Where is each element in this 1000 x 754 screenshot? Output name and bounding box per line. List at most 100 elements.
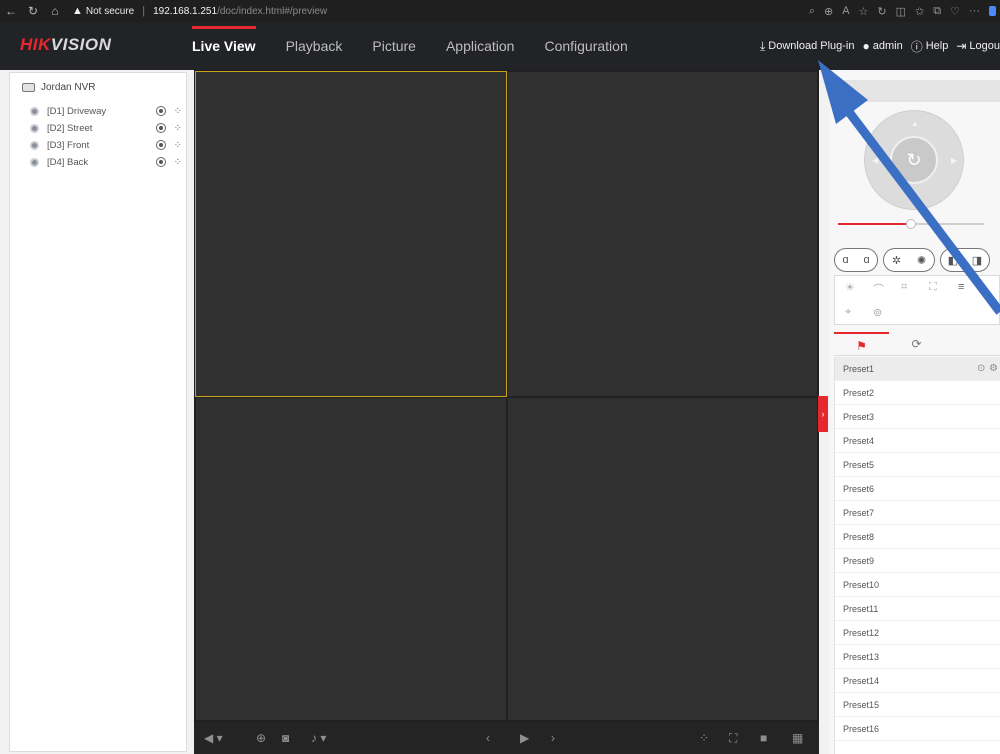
- ptz-direction-pad[interactable]: ▲ ▼ ◀ ▶ ↻: [864, 110, 964, 210]
- ptz-down-icon[interactable]: ▼: [911, 197, 919, 206]
- tab-picture[interactable]: Picture: [372, 22, 416, 70]
- preset-item[interactable]: Preset5: [835, 453, 1000, 477]
- focus-buttons[interactable]: ✲ ✺: [883, 248, 935, 272]
- panel-collapse-toggle[interactable]: ›: [818, 396, 828, 432]
- preset-item[interactable]: Preset4: [835, 429, 1000, 453]
- camera-row-d2[interactable]: [D2] Street ⁘: [30, 120, 182, 136]
- help-link[interactable]: ⓘ Help: [911, 38, 949, 55]
- user-menu[interactable]: ● admin: [862, 39, 902, 53]
- url-path: /doc/index.html#/preview: [217, 5, 328, 17]
- ptz-auto-scan-icon[interactable]: ↻: [890, 136, 938, 184]
- record-icon[interactable]: [155, 140, 166, 150]
- search-icon[interactable]: ⌕: [809, 5, 815, 18]
- fullscreen-icon[interactable]: ⛶: [729, 722, 737, 754]
- stream-type-icon[interactable]: ⁘: [174, 123, 182, 134]
- window-layout-icon[interactable]: ▦: [792, 722, 803, 754]
- record-all-icon[interactable]: ■: [760, 722, 767, 754]
- tab-patrol[interactable]: ⟳: [889, 332, 944, 356]
- play-icon[interactable]: ▶: [520, 722, 529, 754]
- iris-buttons[interactable]: ◧ ◨: [940, 248, 990, 272]
- camera-row-d4[interactable]: [D4] Back ⁘: [30, 154, 182, 170]
- previous-page-icon[interactable]: ‹: [486, 722, 490, 754]
- capture-icon[interactable]: ◙: [282, 722, 289, 754]
- preset-item[interactable]: Preset13: [835, 645, 1000, 669]
- preset-item[interactable]: Preset7: [835, 501, 1000, 525]
- tab-application[interactable]: Application: [446, 22, 515, 70]
- zoom-in-icon[interactable]: ɑ: [863, 254, 869, 266]
- camera-row-d1[interactable]: [D1] Driveway ⁘: [30, 103, 182, 119]
- iris-close-icon[interactable]: ◧: [948, 254, 958, 267]
- one-touch-focus-icon[interactable]: ⌖: [845, 306, 851, 319]
- tab-live-view[interactable]: Live View: [192, 22, 256, 70]
- refresh-icon[interactable]: ↻: [877, 5, 886, 18]
- zoom-buttons[interactable]: ɑɑ: [834, 248, 878, 272]
- hikvision-logo: HIKVISION: [20, 35, 111, 55]
- preset-item[interactable]: Preset12: [835, 621, 1000, 645]
- zoom-out-icon[interactable]: ɑ: [842, 254, 848, 266]
- read-aloud-icon[interactable]: A: [842, 5, 849, 17]
- digital-zoom-icon[interactable]: ⊕: [256, 722, 266, 754]
- favorite-star-icon[interactable]: ☆: [859, 5, 869, 18]
- video-window-4[interactable]: [507, 397, 818, 721]
- tree-root-nvr[interactable]: Jordan NVR: [22, 82, 95, 93]
- focus-far-icon[interactable]: ✺: [917, 254, 926, 267]
- reload-icon[interactable]: ↻: [22, 4, 44, 18]
- video-window-2[interactable]: [507, 71, 818, 397]
- speed-slider-knob[interactable]: [906, 219, 916, 229]
- record-icon[interactable]: [155, 106, 166, 116]
- preset-item[interactable]: Preset16: [835, 717, 1000, 741]
- back-arrow-icon[interactable]: ←: [0, 4, 22, 18]
- lens-init-icon[interactable]: ⊚: [873, 306, 882, 319]
- video-window-1[interactable]: [195, 71, 507, 397]
- microphone-icon[interactable]: ♪ ▾: [311, 722, 326, 754]
- download-plugin-label: Download Plug-in: [768, 40, 855, 52]
- more-menu-icon[interactable]: ···: [969, 5, 980, 17]
- extension-icon[interactable]: ♡: [950, 5, 960, 18]
- copilot-icon[interactable]: [989, 6, 996, 16]
- preset-item[interactable]: Preset15: [835, 693, 1000, 717]
- logout-link[interactable]: ⇥ Logou: [956, 39, 1000, 53]
- zoom-icon[interactable]: ⊕: [824, 5, 833, 18]
- preset-item[interactable]: Preset14: [835, 669, 1000, 693]
- call-preset-icon[interactable]: ⊙: [977, 357, 985, 381]
- 3d-position-icon[interactable]: ⌗: [901, 281, 907, 294]
- tab-configuration[interactable]: Configuration: [544, 22, 627, 70]
- iris-open-icon[interactable]: ◨: [972, 254, 982, 267]
- preset-item[interactable]: Preset10: [835, 573, 1000, 597]
- set-preset-icon[interactable]: ⚙: [989, 357, 998, 381]
- preset-item[interactable]: Preset2: [835, 381, 1000, 405]
- ptz-right-icon[interactable]: ▶: [951, 156, 957, 165]
- video-window-3[interactable]: [195, 397, 507, 721]
- record-icon[interactable]: [155, 123, 166, 133]
- focus-near-icon[interactable]: ✲: [892, 254, 901, 267]
- stream-type-icon[interactable]: ⁘: [174, 157, 182, 168]
- preset-item[interactable]: Preset6: [835, 477, 1000, 501]
- ptz-up-icon[interactable]: ▲: [911, 119, 919, 128]
- volume-icon[interactable]: ◀ ▾: [204, 722, 223, 754]
- stream-settings-icon[interactable]: ⁘: [699, 722, 709, 754]
- next-page-icon[interactable]: ›: [551, 722, 555, 754]
- favorites-icon[interactable]: ✩: [915, 5, 924, 18]
- address-bar[interactable]: ▲ Not secure | 192.168.1.251 /doc/index.…: [72, 2, 327, 20]
- menu-icon[interactable]: ≡: [958, 281, 964, 293]
- tab-playback[interactable]: Playback: [286, 22, 343, 70]
- preset-item[interactable]: Preset9: [835, 549, 1000, 573]
- wiper-icon[interactable]: ⌒: [873, 281, 884, 297]
- manual-tracking-icon[interactable]: ⛶: [929, 281, 937, 294]
- record-icon[interactable]: [155, 157, 166, 167]
- split-screen-icon[interactable]: ◫: [896, 5, 906, 18]
- preset-item[interactable]: Preset1 ⊙ ⚙: [835, 357, 1000, 381]
- preset-item[interactable]: Preset11: [835, 597, 1000, 621]
- stream-type-icon[interactable]: ⁘: [174, 106, 182, 117]
- home-icon[interactable]: ⌂: [44, 4, 66, 18]
- download-plugin-link[interactable]: ⤓ Download Plug-in: [760, 39, 855, 54]
- preset-item[interactable]: Preset3: [835, 405, 1000, 429]
- light-icon[interactable]: ☀: [845, 281, 855, 294]
- stream-type-icon[interactable]: ⁘: [174, 140, 182, 151]
- ptz-speed-slider[interactable]: [838, 219, 984, 229]
- ptz-left-icon[interactable]: ◀: [872, 156, 878, 165]
- collections-icon[interactable]: ⧉: [933, 5, 941, 18]
- camera-row-d3[interactable]: [D3] Front ⁘: [30, 137, 182, 153]
- preset-item[interactable]: Preset8: [835, 525, 1000, 549]
- tab-presets[interactable]: ⚑: [834, 332, 889, 356]
